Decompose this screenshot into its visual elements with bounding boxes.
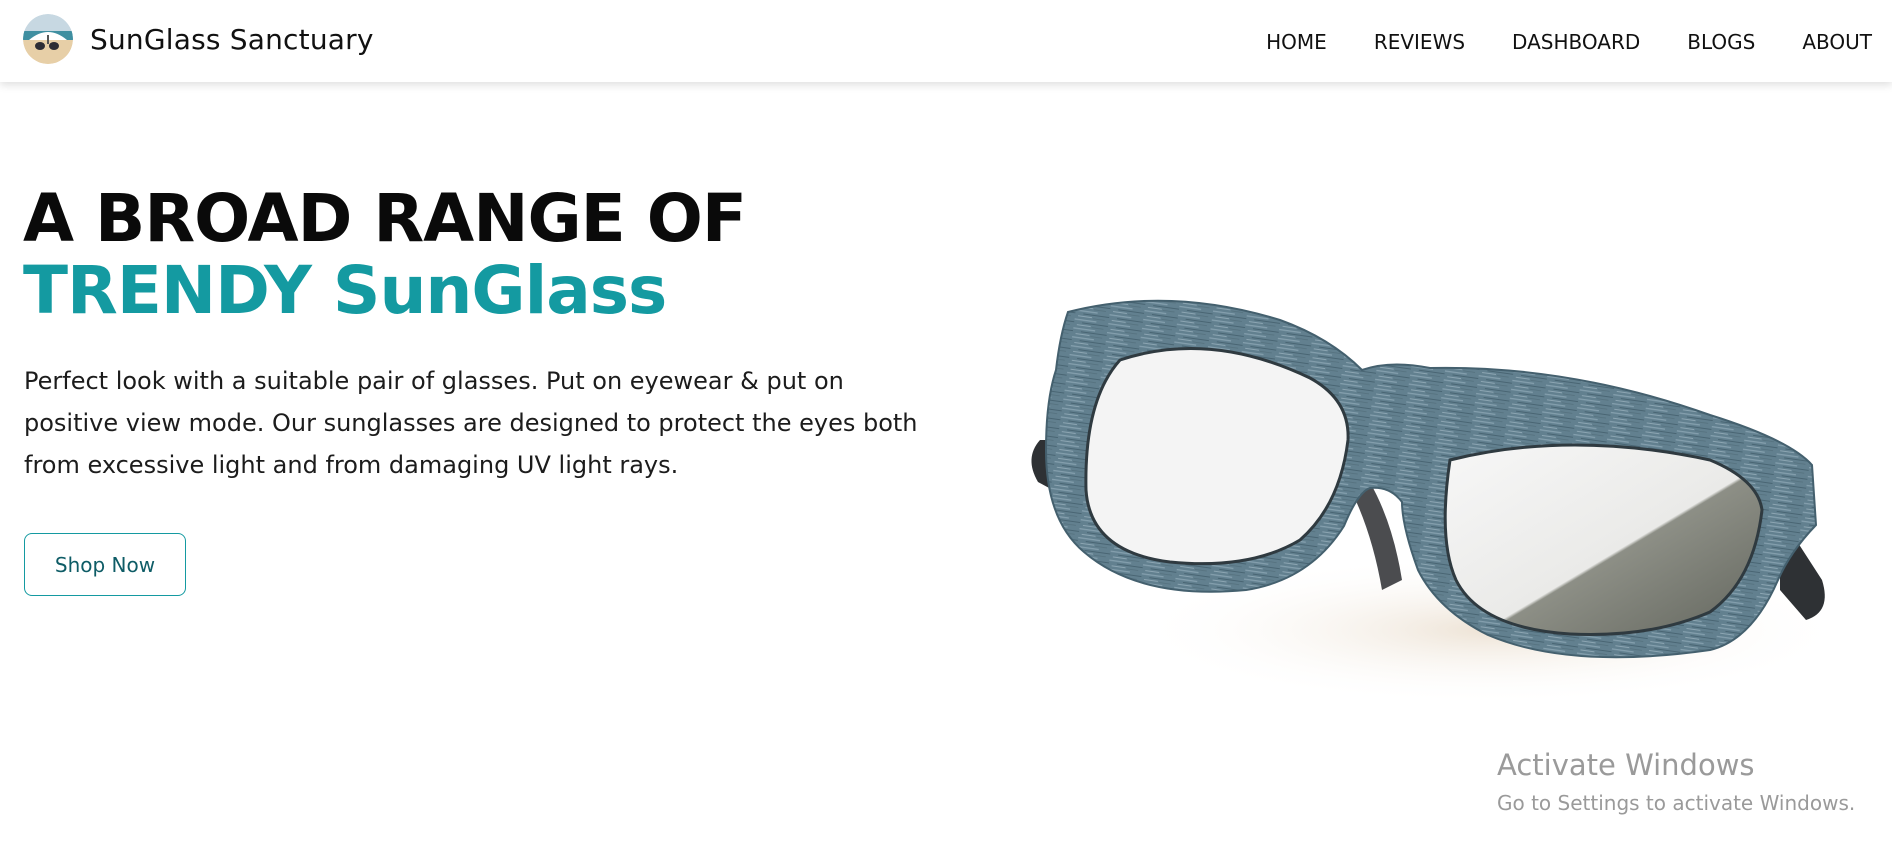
nav-about[interactable]: ABOUT <box>1802 30 1872 54</box>
hero-heading-line2: TRENDY SunGlass <box>23 252 667 329</box>
nav-dashboard[interactable]: DASHBOARD <box>1512 30 1640 54</box>
brand-name[interactable]: SunGlass Sanctuary <box>90 23 374 56</box>
hero-heading-line1: A BROAD RANGE OF <box>23 180 747 257</box>
watermark-title: Activate Windows <box>1497 748 1755 782</box>
nav-home[interactable]: HOME <box>1266 30 1327 54</box>
nav-reviews[interactable]: REVIEWS <box>1374 30 1465 54</box>
watermark-subtitle: Go to Settings to activate Windows. <box>1497 791 1856 815</box>
main-nav: HOME REVIEWS DASHBOARD BLOGS ABOUT <box>1219 0 1872 84</box>
nav-blogs[interactable]: BLOGS <box>1687 30 1755 54</box>
hero-description: Perfect look with a suitable pair of gla… <box>24 367 918 479</box>
beach-umbrella-logo-icon[interactable] <box>23 14 73 64</box>
shop-now-button[interactable]: Shop Now <box>24 533 186 596</box>
brand[interactable]: SunGlass Sanctuary <box>23 14 374 64</box>
hero-heading: A BROAD RANGE OF TRENDY SunGlass <box>23 180 747 329</box>
sunglasses-illustration-icon <box>1031 299 1850 705</box>
windows-activation-watermark: Activate Windows Go to Settings to activ… <box>1497 748 1855 818</box>
top-navbar: SunGlass Sanctuary HOME REVIEWS DASHBOAR… <box>0 0 1892 82</box>
